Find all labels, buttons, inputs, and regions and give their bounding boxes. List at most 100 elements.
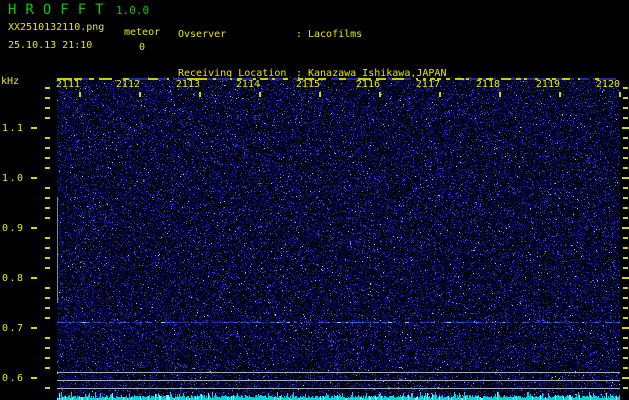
freq-major-tick-right	[622, 327, 629, 329]
freq-minor-tick	[45, 387, 50, 389]
freq-minor-tick	[45, 157, 50, 159]
freq-major-tick	[31, 377, 37, 379]
freq-minor-tick-right	[623, 237, 628, 239]
capture-mode-label: meteor	[124, 27, 161, 38]
freq-minor-tick-right	[623, 137, 628, 139]
separator: :	[296, 29, 303, 40]
freq-minor-tick-right	[623, 287, 628, 289]
freq-minor-tick	[45, 287, 50, 289]
freq-minor-tick	[45, 147, 50, 149]
time-label: 2116	[355, 79, 380, 90]
freq-major-tick-right	[622, 177, 629, 179]
time-label: 2119	[535, 79, 560, 90]
freq-minor-tick-right	[623, 197, 628, 199]
time-label: 2114	[235, 79, 260, 90]
freq-minor-tick-right	[623, 107, 628, 109]
freq-label: 0.6	[2, 373, 25, 384]
freq-minor-tick-right	[623, 97, 628, 99]
freq-minor-tick	[45, 137, 50, 139]
freq-minor-tick	[45, 337, 50, 339]
time-tick	[379, 92, 381, 97]
freq-minor-tick	[45, 187, 50, 189]
freq-minor-tick	[45, 117, 50, 119]
freq-minor-tick-right	[623, 267, 628, 269]
freq-minor-tick-right	[623, 297, 628, 299]
freq-axis-unit: kHz	[1, 76, 20, 87]
freq-minor-tick	[45, 367, 50, 369]
freq-major-tick-right	[622, 127, 629, 129]
freq-minor-tick	[45, 357, 50, 359]
freq-minor-tick-right	[623, 207, 628, 209]
station-row-observer: Ovserver: Lacofilms	[178, 28, 446, 41]
time-label: 2120	[595, 79, 620, 90]
freq-major-tick-right	[622, 227, 629, 229]
freq-minor-tick-right	[623, 147, 628, 149]
freq-minor-tick	[45, 97, 50, 99]
time-tick	[199, 92, 201, 97]
freq-label: 0.8	[2, 273, 25, 284]
freq-major-tick	[31, 327, 37, 329]
time-label: 2117	[415, 79, 440, 90]
freq-minor-tick	[45, 107, 50, 109]
freq-minor-tick	[45, 317, 50, 319]
freq-minor-tick-right	[623, 357, 628, 359]
time-label: 2112	[115, 79, 140, 90]
freq-minor-tick	[45, 257, 50, 259]
freq-major-tick-right	[622, 277, 629, 279]
freq-major-tick	[31, 127, 37, 129]
freq-major-tick	[31, 227, 37, 229]
freq-minor-tick	[45, 237, 50, 239]
freq-minor-tick-right	[623, 387, 628, 389]
freq-label: 0.7	[2, 323, 25, 334]
time-tick	[619, 92, 621, 97]
freq-minor-tick	[45, 297, 50, 299]
freq-minor-tick	[45, 87, 50, 89]
freq-minor-tick-right	[623, 157, 628, 159]
freq-minor-tick-right	[623, 247, 628, 249]
hrofft-window: HROFFT 1.0.0 XX2510132110.png meteor 25.…	[0, 0, 629, 400]
time-tick	[259, 92, 261, 97]
freq-minor-tick-right	[623, 367, 628, 369]
freq-minor-tick-right	[623, 167, 628, 169]
station-label: Ovserver	[178, 29, 227, 40]
meteor-count: 0	[139, 42, 146, 53]
app-version: 1.0.0	[116, 4, 150, 17]
capture-timestamp: 25.10.13 21:10	[8, 40, 93, 51]
freq-label: 1.1	[2, 123, 25, 134]
freq-major-tick	[31, 277, 37, 279]
station-value: Lacofilms	[308, 29, 363, 40]
freq-minor-tick-right	[623, 117, 628, 119]
freq-minor-tick	[45, 247, 50, 249]
freq-label: 1.0	[2, 173, 25, 184]
time-tick	[439, 92, 441, 97]
time-label: 2115	[295, 79, 320, 90]
freq-minor-tick-right	[623, 257, 628, 259]
freq-minor-tick	[45, 307, 50, 309]
spectrogram-canvas	[57, 77, 620, 400]
time-label: 2113	[175, 79, 200, 90]
freq-minor-tick-right	[623, 307, 628, 309]
freq-label: 0.9	[2, 223, 25, 234]
freq-minor-tick-right	[623, 217, 628, 219]
freq-minor-tick-right	[623, 317, 628, 319]
freq-minor-tick-right	[623, 347, 628, 349]
capture-filename: XX2510132110.png	[8, 22, 105, 33]
time-tick	[499, 92, 501, 97]
time-tick	[559, 92, 561, 97]
time-tick	[79, 92, 81, 97]
freq-minor-tick	[45, 207, 50, 209]
freq-minor-tick-right	[623, 87, 628, 89]
app-title: HROFFT	[8, 2, 113, 18]
freq-minor-tick-right	[623, 337, 628, 339]
freq-major-tick	[31, 177, 37, 179]
time-tick	[319, 92, 321, 97]
time-tick	[139, 92, 141, 97]
freq-minor-tick	[45, 167, 50, 169]
freq-minor-tick	[45, 347, 50, 349]
freq-minor-tick	[45, 197, 50, 199]
freq-major-tick-right	[622, 377, 629, 379]
time-label: 2118	[475, 79, 500, 90]
freq-minor-tick	[45, 217, 50, 219]
freq-minor-tick-right	[623, 187, 628, 189]
time-label: 2111	[55, 79, 80, 90]
